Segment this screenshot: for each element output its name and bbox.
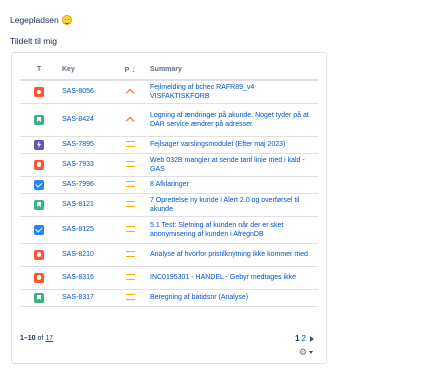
priority-cell — [114, 153, 146, 177]
issue-type-cell — [20, 193, 58, 217]
table-row[interactable]: SAS-8056 Fejlmelding af bchec RAFR89_v4 V… — [20, 80, 318, 104]
issue-summary-link[interactable]: Fejlsager varslingsmodulet (Efter maj 20… — [146, 136, 318, 154]
chevron-down-icon — [309, 351, 313, 354]
issue-key-link[interactable]: SAS-7996 — [58, 176, 114, 194]
story-icon — [34, 114, 44, 125]
priority-medium-icon — [125, 181, 135, 188]
bug-icon — [34, 159, 44, 170]
priority-medium-icon — [125, 141, 135, 148]
issue-summary-link[interactable]: Analyse af hvorfor pristilknytning ikke … — [146, 243, 318, 267]
table-row[interactable]: SAS-8210 Analyse af hvorfor pristilknytni… — [20, 243, 318, 267]
gadget-settings-button[interactable]: ⚙ — [299, 347, 313, 358]
results-total-link[interactable]: 17 — [45, 335, 53, 342]
gear-icon: ⚙ — [298, 347, 307, 357]
priority-medium-icon — [125, 201, 135, 208]
task-icon — [34, 179, 44, 190]
results-range-count: 1–10 — [20, 335, 36, 342]
priority-cell — [114, 289, 146, 307]
bug-icon — [34, 86, 44, 97]
pagination: 1 2 — [295, 334, 314, 343]
smiley-icon — [61, 15, 72, 25]
issue-type-cell — [20, 153, 58, 177]
priority-medium-icon — [125, 226, 135, 233]
issue-type-cell — [20, 243, 58, 267]
results-range: 1–10 of 17 — [20, 335, 53, 342]
story-icon — [34, 199, 44, 210]
priority-cell — [114, 266, 146, 290]
issue-type-cell — [20, 136, 58, 154]
next-page-icon[interactable] — [310, 335, 314, 342]
issue-summary-link[interactable]: Fejlmelding af bchec RAFR89_v4 VISFAKTIS… — [146, 80, 318, 104]
priority-medium-icon — [125, 294, 135, 301]
priority-cell — [114, 136, 146, 154]
table-row[interactable]: SAS-7996 8 Afklaringer — [20, 176, 318, 194]
priority-medium-icon — [125, 161, 135, 168]
issue-summary-link[interactable]: 5.1 Test: Sletning af kunden når der er … — [146, 216, 318, 244]
bug-icon — [34, 249, 44, 260]
priority-medium-icon — [125, 251, 135, 258]
issue-key-link[interactable]: SAS-8316 — [58, 266, 114, 290]
priority-cell — [114, 176, 146, 194]
issue-summary-link[interactable]: Web 032B mangler at sende tarif linie me… — [146, 153, 318, 177]
column-header-priority[interactable]: P ↓ — [114, 60, 146, 81]
table-row[interactable]: SAS-7933 Web 032B mangler at sende tarif … — [20, 153, 318, 177]
issue-key-link[interactable]: SAS-7895 — [58, 136, 114, 154]
issue-key-link[interactable]: SAS-7933 — [58, 153, 114, 177]
gadget-subtitle: Tildelt til mig — [10, 36, 57, 46]
table-row[interactable]: SAS-8316 INC0195301 - HANDEL - Gebyr medt… — [20, 266, 318, 290]
priority-medium-icon — [125, 274, 135, 281]
results-range-of: of — [37, 335, 44, 342]
issue-type-cell — [20, 289, 58, 307]
page-current: 1 — [295, 334, 300, 343]
priority-high-icon — [125, 116, 135, 124]
epic-icon — [34, 139, 44, 150]
sort-down-icon: ↓ — [131, 65, 136, 74]
column-header-priority-label: P — [124, 67, 130, 74]
issue-type-cell — [20, 266, 58, 290]
task-icon — [34, 224, 44, 235]
issue-type-cell — [20, 176, 58, 194]
issue-type-cell — [20, 216, 58, 244]
gadget-title-text: Legepladsen — [10, 15, 59, 25]
bug-icon — [34, 272, 44, 283]
issue-key-link[interactable]: SAS-8125 — [58, 216, 114, 244]
issue-key-link[interactable]: SAS-8056 — [58, 80, 114, 104]
issue-type-cell — [20, 103, 58, 137]
issue-summary-link[interactable]: Beregning af batidsnr (Analyse) — [146, 289, 318, 307]
issue-summary-link[interactable]: 8 Afklaringer — [146, 176, 318, 194]
issue-summary-link[interactable]: INC0195301 - HANDEL - Gebyr medtages ikk… — [146, 266, 318, 290]
issue-key-link[interactable]: SAS-8210 — [58, 243, 114, 267]
table-row[interactable]: SAS-8317 Beregning af batidsnr (Analyse) — [20, 289, 318, 307]
table-row[interactable]: SAS-8125 5.1 Test: Sletning af kunden når… — [20, 216, 318, 244]
issue-list-panel: T Key P ↓ Summary SAS-8056 Fejlmelding af … — [11, 52, 327, 364]
issue-table: T Key P ↓ Summary SAS-8056 Fejlmelding af … — [20, 60, 318, 307]
table-row[interactable]: SAS-8424 Logning af ændringer på akunde. … — [20, 103, 318, 137]
column-header-summary[interactable]: Summary — [146, 60, 318, 81]
priority-cell — [114, 80, 146, 104]
priority-cell — [114, 243, 146, 267]
gadget-title: Legepladsen — [10, 15, 72, 25]
priority-high-icon — [125, 88, 135, 96]
issue-key-link[interactable]: SAS-8424 — [58, 103, 114, 137]
issue-summary-link[interactable]: Logning af ændringer på akunde. Noget ty… — [146, 103, 318, 137]
table-row[interactable]: SAS-8121 7 Oprettelse ny kunde i Alert 2.… — [20, 193, 318, 217]
priority-cell — [114, 193, 146, 217]
issue-summary-link[interactable]: 7 Oprettelse ny kunde i Alert 2.0 og ove… — [146, 193, 318, 217]
table-row[interactable]: SAS-7895 Fejlsager varslingsmodulet (Efte… — [20, 136, 318, 154]
story-icon — [34, 292, 44, 303]
priority-cell — [114, 103, 146, 137]
issue-key-link[interactable]: SAS-8317 — [58, 289, 114, 307]
issue-type-cell — [20, 80, 58, 104]
priority-cell — [114, 216, 146, 244]
table-header-row: T Key P ↓ Summary — [20, 60, 318, 81]
column-header-type[interactable]: T — [20, 60, 58, 81]
page-2-link[interactable]: 2 — [302, 334, 306, 343]
issue-key-link[interactable]: SAS-8121 — [58, 193, 114, 217]
column-header-key[interactable]: Key — [58, 60, 114, 81]
